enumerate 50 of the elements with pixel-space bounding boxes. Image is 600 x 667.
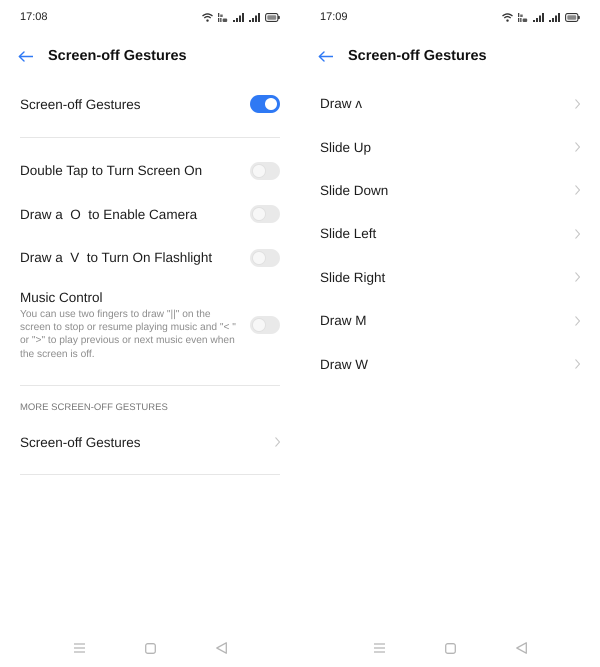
back-arrow-icon[interactable] [18, 50, 33, 62]
gesture-list-item[interactable]: Draw M [320, 298, 580, 342]
chevron-icon [575, 228, 580, 239]
chevron-icon [575, 98, 580, 109]
home-icon[interactable] [144, 642, 156, 654]
setting-label: Screen-off Gestures [20, 96, 141, 112]
network-type-icon [518, 12, 528, 22]
chevron-icon [575, 272, 580, 282]
toggle-switch[interactable] [250, 248, 280, 267]
section-header: MORE SCREEN-OFF GESTURES [20, 401, 169, 414]
wifi-icon [502, 12, 513, 22]
chevron-icon [575, 142, 580, 152]
home-icon[interactable] [444, 642, 456, 654]
setting-label: Double Tap to Turn Screen On [20, 163, 202, 178]
setting-description: You can use two fingers to draw "||" on the screen to stop or resume playing music and "< " or ">" to play previous or next music even when the screen is off. [20, 308, 237, 362]
gesture-list-item[interactable]: Slide Down [320, 168, 580, 212]
signal-icon [249, 12, 260, 22]
gesture-list-item[interactable]: Slide Up [320, 125, 580, 169]
back-icon[interactable] [516, 642, 526, 654]
battery-icon [265, 12, 280, 22]
page-title: Screen-off Gestures [48, 48, 187, 64]
toggle-switch[interactable] [250, 205, 280, 224]
signal-icon [549, 12, 560, 22]
status-time: 17:09 [320, 11, 348, 23]
gesture-list-item[interactable]: Draw W [320, 342, 580, 386]
setting-label: Music Control [20, 290, 104, 304]
toggle-switch[interactable] [250, 316, 280, 334]
chevron-icon [575, 359, 580, 370]
settings-list-item[interactable]: Screen-off Gestures [20, 420, 280, 464]
signal-icon [233, 12, 244, 22]
gesture-list-item[interactable]: Slide Left [320, 212, 580, 256]
chevron-icon [575, 316, 580, 326]
setting-label: Draw a V to Turn On Flashlight [20, 250, 212, 266]
menu-icon[interactable] [374, 643, 384, 653]
battery-icon [565, 12, 580, 22]
page-title: Screen-off Gestures [348, 48, 487, 64]
setting-label: Draw a O to Enable Camera [20, 206, 198, 222]
gesture-list-item[interactable]: Slide Right [320, 256, 580, 299]
back-icon[interactable] [216, 642, 226, 654]
chevron-icon [275, 437, 280, 448]
toggle-switch[interactable] [250, 162, 280, 180]
gesture-list-item[interactable]: Draw ʌ [320, 82, 580, 126]
menu-icon[interactable] [74, 643, 84, 653]
status-time: 17:08 [20, 11, 48, 23]
network-type-icon [218, 12, 228, 22]
chevron-icon [575, 185, 580, 196]
back-arrow-icon[interactable] [318, 50, 333, 62]
signal-icon [533, 12, 544, 22]
wifi-icon [202, 12, 213, 22]
toggle-switch[interactable] [250, 95, 280, 113]
